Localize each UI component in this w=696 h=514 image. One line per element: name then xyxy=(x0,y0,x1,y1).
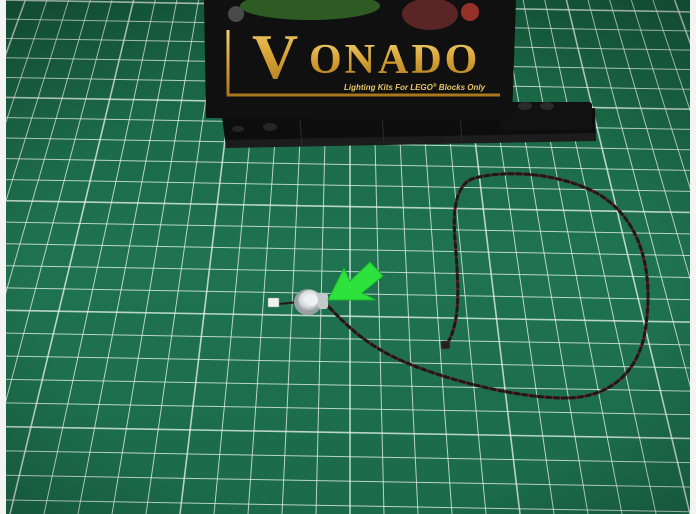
box-tagline-text: Lighting Kits For LEGO xyxy=(344,83,434,92)
photo-canvas: V ONADO Lighting Kits For LEGO® Blocks O… xyxy=(0,0,696,514)
photo-scene: V ONADO Lighting Kits For LEGO® Blocks O… xyxy=(0,0,696,514)
left-border xyxy=(0,0,6,514)
cable-connector xyxy=(267,297,280,308)
box-tagline-end: Blocks Only xyxy=(437,83,486,92)
box-tagline: Lighting Kits For LEGO® Blocks Only xyxy=(344,82,486,92)
vonado-product-box: V ONADO Lighting Kits For LEGO® Blocks O… xyxy=(204,0,516,120)
brand-logo-text: ONADO xyxy=(309,37,480,83)
cable-end-plug xyxy=(440,340,451,350)
brand-logo-initial: V xyxy=(252,21,298,92)
right-border xyxy=(690,0,696,514)
